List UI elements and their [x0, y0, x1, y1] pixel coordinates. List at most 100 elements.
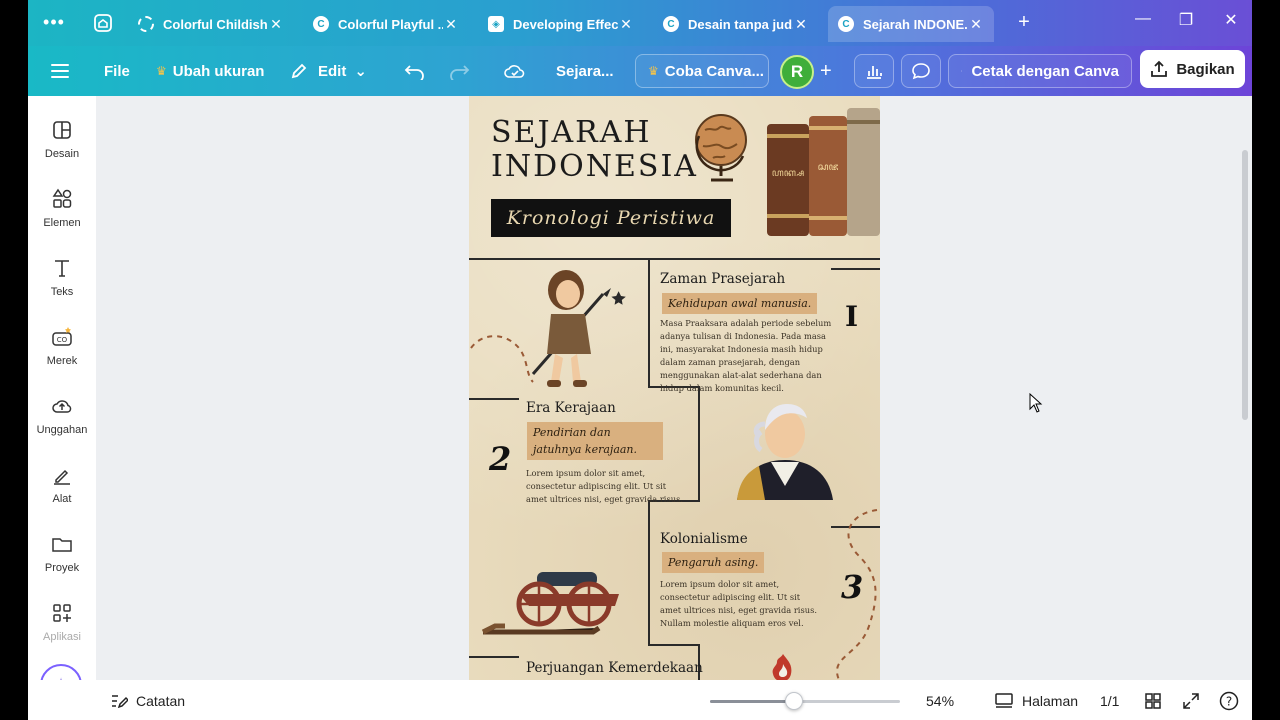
apps-icon: [53, 604, 71, 622]
add-collaborator-icon[interactable]: +: [820, 54, 832, 88]
tab-3[interactable]: ◈ Developing Effec... ✕: [478, 6, 644, 42]
close-icon[interactable]: ✕: [268, 16, 284, 33]
section-body-1[interactable]: Masa Praaksara adalah periode sebelum ad…: [660, 317, 840, 395]
home-icon[interactable]: [92, 12, 114, 34]
truck-icon: [961, 70, 963, 72]
section-tag-3[interactable]: Pengaruh asing.: [662, 552, 765, 573]
vertical-scrollbar[interactable]: [1242, 150, 1248, 420]
tab-menu-icon[interactable]: •••: [42, 12, 66, 34]
minimize-icon[interactable]: —: [1128, 10, 1158, 28]
caveman-illustration[interactable]: [521, 264, 631, 400]
file-menu[interactable]: File: [104, 54, 130, 88]
page-count: 1/1: [1100, 693, 1120, 709]
notes-label: Catatan: [136, 693, 186, 709]
hamburger-icon[interactable]: [50, 54, 70, 88]
new-tab-icon[interactable]: +: [1014, 12, 1034, 32]
poster-title[interactable]: SEJARAH INDONESIA: [491, 116, 698, 184]
tab-4[interactable]: C Desain tanpa jud... ✕: [653, 6, 819, 42]
section-body-3[interactable]: Lorem ipsum dolor sit amet, consectetur …: [660, 578, 820, 630]
section-title-4[interactable]: Perjuangan Kemerdekaan: [526, 660, 703, 676]
sidebar-item-projects[interactable]: Proyek: [28, 522, 96, 582]
sidebar-item-elements[interactable]: Elemen: [28, 177, 96, 237]
print-with-canva-button[interactable]: Cetak dengan Canva: [948, 54, 1132, 88]
notes-icon: [112, 695, 128, 709]
sidebar-item-uploads[interactable]: Unggahan: [28, 384, 96, 444]
notes-button[interactable]: Catatan: [110, 690, 185, 712]
sidebar-item-label: Merek: [46, 355, 78, 367]
portrait-illustration[interactable]: [731, 400, 841, 502]
section-body-2[interactable]: Lorem ipsum dolor sit amet, consectetur …: [526, 467, 686, 506]
close-icon[interactable]: ✕: [968, 16, 984, 33]
help-icon[interactable]: ?: [1219, 690, 1239, 712]
restore-icon[interactable]: ❐: [1171, 10, 1201, 30]
document-title[interactable]: Sejara...: [556, 54, 614, 88]
title-line-1: SEJARAH: [491, 115, 652, 150]
share-label: Bagikan: [1176, 60, 1235, 78]
section-title-1[interactable]: Zaman Prasejarah: [660, 271, 785, 287]
tab-1[interactable]: Colorful Childish... ✕: [128, 6, 294, 42]
sidebar-item-label: Desain: [44, 148, 80, 160]
sidebar-item-label: Unggahan: [36, 424, 88, 436]
close-window-icon[interactable]: ✕: [1216, 10, 1246, 30]
upload-cloud-icon: [52, 400, 72, 413]
tab-5-active[interactable]: C Sejarah INDONE... ✕: [828, 6, 994, 42]
avatar[interactable]: R: [780, 55, 814, 89]
svg-text:ꦱꦗ: ꦱꦗ: [818, 162, 839, 173]
tab-label: Colorful Playful ...: [338, 16, 443, 32]
section-number-2[interactable]: 2: [489, 440, 511, 478]
brand-icon: CO: [52, 327, 72, 346]
pages-button[interactable]: Halaman: [994, 690, 1078, 712]
divider-line: [469, 398, 519, 400]
resize-button[interactable]: ♛ Ubah ukuran: [156, 54, 264, 88]
zoom-slider-thumb[interactable]: [784, 692, 803, 710]
divider-line: [698, 386, 700, 501]
design-page[interactable]: SEJARAH INDONESIA ꦲꦏ꧀ꦱ ꦱꦗ Kronologi Peri…: [469, 96, 880, 682]
globe-illustration[interactable]: [691, 106, 753, 188]
close-icon[interactable]: ✕: [793, 16, 809, 33]
insights-icon[interactable]: [854, 54, 894, 88]
section-tag-2[interactable]: Pendirian dan jatuhnya kerajaan.: [527, 422, 663, 460]
svg-text:CO: CO: [57, 336, 68, 344]
mouse-cursor-icon: [1029, 393, 1043, 413]
books-illustration[interactable]: ꦲꦏ꧀ꦱ ꦱꦗ: [765, 104, 880, 238]
undo-icon[interactable]: [404, 54, 426, 88]
redo-icon[interactable]: [448, 54, 470, 88]
fullscreen-icon[interactable]: [1182, 690, 1200, 712]
crown-icon: ♛: [648, 64, 659, 78]
edit-menu[interactable]: Edit ⌄: [290, 54, 367, 88]
divider-line: [648, 500, 650, 645]
shield-icon: ◈: [488, 16, 504, 32]
zoom-level[interactable]: 54%: [926, 690, 954, 712]
section-number-1[interactable]: I: [845, 300, 858, 333]
section-title-3[interactable]: Kolonialisme: [660, 531, 748, 547]
cloud-sync-icon[interactable]: [503, 54, 527, 88]
bottom-bar: Catatan 54% Halaman 1/1 ?: [28, 680, 1252, 720]
sidebar-item-tools[interactable]: Alat: [28, 453, 96, 513]
svg-text:?: ?: [1226, 695, 1232, 709]
editor-toolbar: File ♛ Ubah ukuran Edit ⌄ Sejara... ♛ Co…: [28, 46, 1252, 96]
title-line-2: INDONESIA: [491, 149, 698, 184]
sidebar-item-apps[interactable]: Aplikasi: [28, 591, 96, 651]
share-button[interactable]: Bagikan: [1140, 50, 1245, 88]
zoom-slider[interactable]: [710, 692, 900, 710]
zoom-slider-fill: [710, 700, 794, 703]
grid-view-icon[interactable]: [1144, 690, 1162, 712]
try-canva-pro-button[interactable]: ♛ Coba Canva...: [635, 54, 769, 88]
tab-2[interactable]: C Colorful Playful ... ✕: [303, 6, 469, 42]
svg-text:ꦲꦏ꧀ꦱ: ꦲꦏ꧀ꦱ: [772, 168, 804, 179]
section-title-2[interactable]: Era Kerajaan: [526, 400, 616, 416]
pencil-icon: [291, 63, 307, 79]
sidebar-item-brand[interactable]: CO Merek: [28, 315, 96, 375]
crown-icon: ♛: [156, 64, 167, 78]
close-icon[interactable]: ✕: [618, 16, 634, 33]
close-icon[interactable]: ✕: [443, 16, 459, 33]
sidebar-item-design[interactable]: Desain: [28, 108, 96, 168]
section-number-3[interactable]: 3: [841, 568, 863, 606]
subtitle-banner[interactable]: Kronologi Peristiwa: [491, 199, 731, 237]
comment-icon[interactable]: [901, 54, 941, 88]
sidebar-item-text[interactable]: Teks: [28, 246, 96, 306]
section-tag-1[interactable]: Kehidupan awal manusia.: [662, 293, 818, 314]
loading-icon: [138, 16, 154, 32]
divider-line: [648, 644, 700, 646]
cannon-illustration[interactable]: [479, 554, 639, 644]
